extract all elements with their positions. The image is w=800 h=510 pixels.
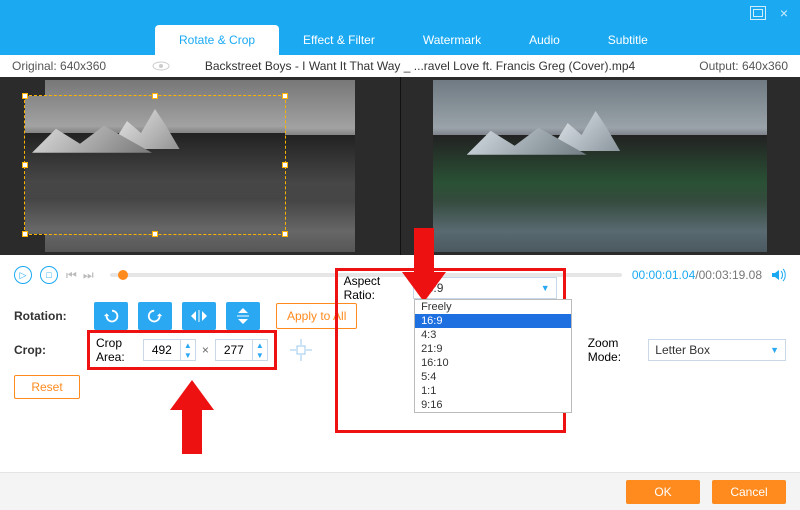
- filename-label: Backstreet Boys - I Want It That Way _ .…: [172, 59, 668, 73]
- preview-area: [0, 77, 800, 255]
- source-preview[interactable]: [0, 77, 401, 255]
- next-frame-button[interactable]: ⏭: [83, 268, 94, 283]
- output-size: Output: 640x360: [668, 59, 788, 73]
- aspect-ratio-label: Aspect Ratio:: [344, 274, 408, 302]
- stepper-down-icon[interactable]: ▼: [181, 350, 195, 360]
- tab-bar: Rotate & Crop Effect & Filter Watermark …: [0, 25, 800, 55]
- crop-area-label: Crop Area:: [96, 336, 137, 364]
- volume-icon[interactable]: [770, 267, 786, 283]
- crop-rectangle[interactable]: [24, 95, 286, 235]
- crop-label: Crop:: [14, 343, 87, 357]
- rotate-right-button[interactable]: [138, 302, 172, 330]
- crop-handle[interactable]: [282, 93, 288, 99]
- output-preview: [401, 77, 800, 255]
- play-button[interactable]: ▷: [14, 266, 32, 284]
- annotation-arrow-icon: [402, 228, 446, 302]
- crop-handle[interactable]: [152, 93, 158, 99]
- zoom-mode-select[interactable]: Letter Box: [648, 339, 786, 361]
- aspect-ratio-group: Aspect Ratio: 16:9 Freely16:94:321:916:1…: [335, 268, 566, 433]
- crop-width-field[interactable]: ▲▼: [143, 339, 196, 361]
- aspect-option[interactable]: 16:9: [415, 314, 571, 328]
- crop-width-input[interactable]: [144, 343, 180, 357]
- tab-subtitle[interactable]: Subtitle: [584, 25, 672, 55]
- stop-button[interactable]: □: [40, 266, 58, 284]
- prev-frame-button[interactable]: ⏮: [66, 268, 77, 283]
- crop-center-icon[interactable]: [289, 337, 313, 363]
- tab-audio[interactable]: Audio: [505, 25, 584, 55]
- aspect-option[interactable]: 16:10: [415, 356, 571, 370]
- crop-handle[interactable]: [22, 231, 28, 237]
- reset-button[interactable]: Reset: [14, 375, 80, 399]
- stepper-down-icon[interactable]: ▼: [253, 350, 267, 360]
- tab-watermark[interactable]: Watermark: [399, 25, 505, 55]
- maximize-icon[interactable]: [750, 6, 766, 20]
- tab-rotate-crop[interactable]: Rotate & Crop: [155, 25, 279, 55]
- stepper-up-icon[interactable]: ▲: [253, 340, 267, 350]
- crop-handle[interactable]: [282, 231, 288, 237]
- stepper-up-icon[interactable]: ▲: [181, 340, 195, 350]
- aspect-ratio-dropdown[interactable]: Freely16:94:321:916:105:41:19:16: [414, 299, 572, 413]
- title-bar: ×: [0, 0, 800, 25]
- tab-effect-filter[interactable]: Effect & Filter: [279, 25, 399, 55]
- visibility-icon[interactable]: [152, 60, 172, 72]
- aspect-option[interactable]: 4:3: [415, 328, 571, 342]
- aspect-option[interactable]: 5:4: [415, 370, 571, 384]
- footer: OK Cancel: [0, 472, 800, 510]
- original-size: Original: 640x360: [12, 59, 152, 73]
- crop-height-input[interactable]: [216, 343, 252, 357]
- ok-button[interactable]: OK: [626, 480, 700, 504]
- crop-handle[interactable]: [22, 93, 28, 99]
- rotation-label: Rotation:: [14, 309, 94, 323]
- cancel-button[interactable]: Cancel: [712, 480, 786, 504]
- crop-handle[interactable]: [282, 162, 288, 168]
- time-display: 00:00:01.04/00:03:19.08: [632, 268, 762, 282]
- crop-handle[interactable]: [152, 231, 158, 237]
- info-bar: Original: 640x360 Backstreet Boys - I Wa…: [0, 55, 800, 77]
- aspect-option[interactable]: 1:1: [415, 384, 571, 398]
- aspect-option[interactable]: 9:16: [415, 398, 571, 412]
- flip-vertical-button[interactable]: [226, 302, 260, 330]
- aspect-option[interactable]: 21:9: [415, 342, 571, 356]
- times-label: ×: [202, 343, 209, 357]
- seek-handle[interactable]: [118, 270, 128, 280]
- crop-handle[interactable]: [22, 162, 28, 168]
- aspect-option[interactable]: Freely: [415, 300, 571, 314]
- crop-height-field[interactable]: ▲▼: [215, 339, 268, 361]
- zoom-mode-label: Zoom Mode:: [588, 336, 649, 364]
- rotate-left-button[interactable]: [94, 302, 128, 330]
- annotation-arrow-icon: [170, 380, 214, 454]
- flip-horizontal-button[interactable]: [182, 302, 216, 330]
- close-icon[interactable]: ×: [776, 6, 792, 20]
- crop-area-group: Crop Area: ▲▼ × ▲▼: [87, 330, 277, 370]
- zoom-mode-value: Letter Box: [655, 343, 710, 357]
